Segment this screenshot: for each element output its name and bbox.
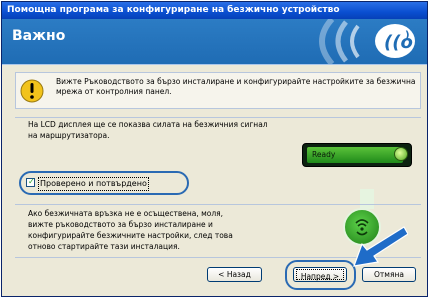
next-button-label: Напред > (296, 269, 344, 281)
back-button[interactable]: < Назад (207, 267, 262, 282)
content-area: Вижте Ръководството за бързо инсталиране… (2, 64, 427, 296)
wifi-logo-icon: ((o ) (319, 19, 415, 64)
cancel-button[interactable]: Отмяна (362, 267, 416, 282)
header-divider (2, 64, 427, 65)
checkmark-icon: ✓ (28, 177, 35, 186)
next-button[interactable]: Напред > (293, 267, 347, 282)
page-title: Важно (12, 28, 66, 44)
confirm-checkbox-row[interactable]: ✓ Проверено и потвърдено (26, 177, 176, 191)
warning-icon (20, 79, 44, 103)
dialog-window: Помощна програма за конфигуриране на без… (1, 1, 428, 297)
divider (15, 117, 421, 118)
lcd-display: Ready (302, 143, 412, 167)
lcd-info-text: На LCD дисплея ще се показва силата на б… (28, 120, 268, 140)
divider (15, 204, 421, 205)
confirm-checkbox[interactable]: ✓ (26, 177, 35, 187)
svg-text:): ) (405, 30, 410, 41)
lcd-led-icon (394, 147, 408, 161)
warning-box: Вижте Ръководството за бързо инсталиране… (15, 72, 421, 109)
header-banner: Важно ((o ) (2, 19, 427, 64)
pointer-arrow-icon (353, 226, 408, 267)
lcd-screen-text: Ready (307, 147, 403, 163)
info-text: Ако безжичната връзка не е осъществена, … (28, 209, 233, 251)
confirm-checkbox-label[interactable]: Проверено и потвърдено (38, 177, 149, 191)
callout-connector (360, 189, 374, 209)
warning-text: Вижте Ръководството за бързо инсталиране… (56, 77, 416, 96)
window-title: Помощна програма за конфигуриране на без… (2, 2, 427, 19)
